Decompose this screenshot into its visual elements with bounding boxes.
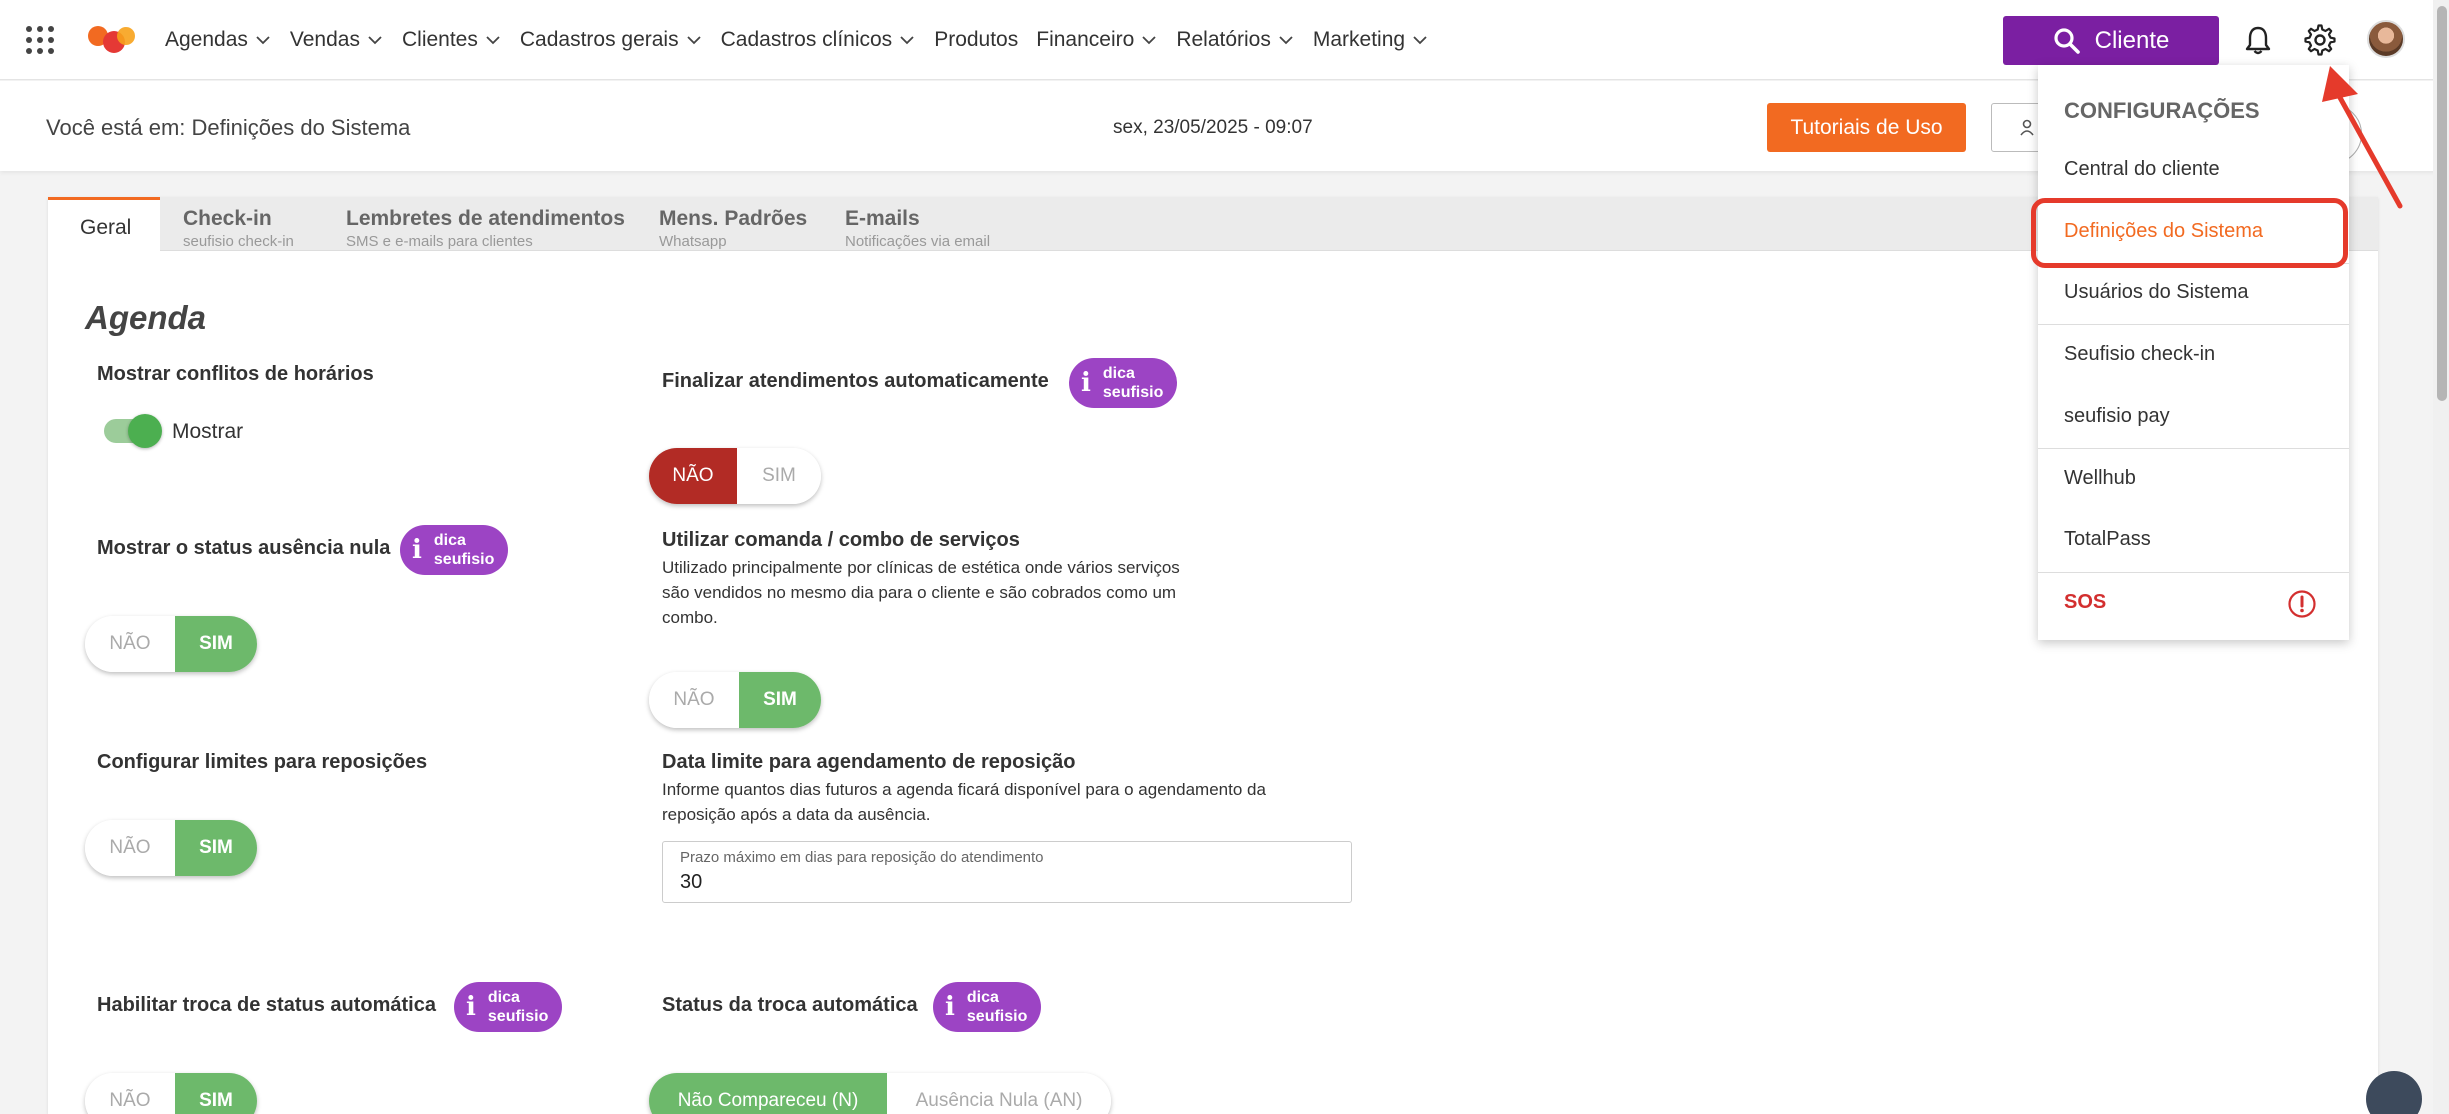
nav-clientes[interactable]: Clientes: [402, 28, 502, 52]
ausencia-label: Mostrar o status ausência nula: [97, 537, 391, 559]
nav-financeiro[interactable]: Financeiro: [1036, 28, 1158, 52]
client-search-button[interactable]: Cliente: [2003, 16, 2219, 65]
alert-icon: [2288, 590, 2316, 618]
menu-item-wellhub[interactable]: Wellhub: [2064, 467, 2136, 490]
chevron-down-icon: [686, 36, 701, 45]
menu-divider: [2038, 324, 2349, 325]
prazo-maximo-field[interactable]: Prazo máximo em dias para reposição do a…: [662, 841, 1352, 903]
nav-agendas[interactable]: Agendas: [165, 28, 272, 52]
apps-grid-icon[interactable]: [26, 26, 54, 54]
info-icon: i: [412, 535, 422, 565]
troca-segmented: NÃO SIM: [85, 1073, 257, 1114]
current-datetime: sex, 23/05/2025 - 09:07: [1113, 117, 1313, 138]
tab-check-in[interactable]: Check-in seufisio check-in: [183, 197, 294, 251]
limites-nao-option[interactable]: NÃO: [85, 820, 175, 876]
info-icon: i: [466, 992, 476, 1022]
nav-vendas[interactable]: Vendas: [290, 28, 384, 52]
data-limite-label: Data limite para agendamento de reposiçã…: [662, 751, 1076, 773]
troca-label: Habilitar troca de status automática: [97, 994, 436, 1016]
support-chat-button[interactable]: [2366, 1071, 2422, 1114]
tab-mens-padroes[interactable]: Mens. Padrões Whatsapp: [659, 197, 807, 251]
search-icon: [2054, 27, 2080, 54]
data-limite-description: Informe quantos dias futuros a agenda fi…: [662, 780, 1266, 824]
prazo-maximo-field-label: Prazo máximo em dias para reposição do a…: [680, 849, 1044, 866]
info-icon: i: [945, 992, 955, 1022]
tab-geral[interactable]: Geral: [48, 197, 160, 253]
menu-item-central-cliente[interactable]: Central do cliente: [2064, 158, 2220, 181]
toggle-knob: [128, 414, 162, 448]
highlight-box: [2031, 198, 2348, 268]
comanda-label: Utilizar comanda / combo de serviços: [662, 529, 1020, 551]
dica-tip-badge[interactable]: i dica seufisio: [933, 982, 1042, 1032]
finalizar-nao-option[interactable]: NÃO: [649, 448, 737, 504]
chevron-down-icon: [900, 36, 914, 45]
nav-cadastros-clinicos[interactable]: Cadastros clínicos: [721, 28, 917, 52]
tab-emails[interactable]: E-mails Notificações via email: [845, 197, 990, 251]
menu-item-usuarios-sistema[interactable]: Usuários do Sistema: [2064, 281, 2249, 304]
comanda-nao-option[interactable]: NÃO: [649, 672, 739, 728]
menu-item-totalpass[interactable]: TotalPass: [2064, 528, 2151, 551]
gear-icon[interactable]: [2304, 24, 2336, 56]
settings-card: Geral Check-in seufisio check-in Lembret…: [48, 197, 2378, 1114]
comanda-segmented: NÃO SIM: [649, 672, 821, 728]
ausencia-sim-option[interactable]: SIM: [175, 616, 257, 672]
menu-header: CONFIGURAÇÕES: [2064, 98, 2260, 123]
troca-nao-option[interactable]: NÃO: [85, 1073, 175, 1114]
ausencia-nao-option[interactable]: NÃO: [85, 616, 175, 672]
comanda-sim-option[interactable]: SIM: [739, 672, 821, 728]
status-troca-segmented: Não Compareceu (N) Ausência Nula (AN): [649, 1073, 1111, 1114]
info-icon: i: [1081, 368, 1091, 398]
status-troca-label: Status da troca automática: [662, 994, 918, 1016]
settings-tabs: Geral Check-in seufisio check-in Lembret…: [48, 197, 2378, 253]
section-title: Agenda: [85, 299, 207, 336]
settings-dropdown-menu: CONFIGURAÇÕES Central do cliente Definiç…: [2038, 65, 2349, 640]
chevron-down-icon: [486, 36, 500, 45]
user-avatar[interactable]: [2367, 20, 2405, 58]
finalizar-label: Finalizar atendimentos automaticamente: [662, 370, 1049, 392]
chevron-down-icon: [1142, 36, 1156, 45]
nav-relatorios[interactable]: Relatórios: [1176, 28, 1295, 52]
limites-segmented: NÃO SIM: [85, 820, 257, 876]
finalizar-segmented: NÃO SIM: [649, 448, 821, 504]
dica-tip-badge[interactable]: i dica seufisio: [1069, 358, 1178, 408]
ausencia-nula-option[interactable]: Ausência Nula (AN): [887, 1073, 1111, 1114]
dica-tip-badge[interactable]: i dica seufisio: [400, 525, 509, 575]
annotation-arrow-icon: [2322, 66, 2403, 209]
ausencia-segmented: NÃO SIM: [85, 616, 257, 672]
nav-marketing[interactable]: Marketing: [1313, 28, 1429, 52]
users-icon: [2020, 119, 2034, 136]
main-nav: Agendas Vendas Clientes Cadastros gerais…: [165, 0, 1447, 80]
conflitos-toggle-label: Mostrar: [172, 420, 244, 443]
comanda-description: Utilizado principalmente por clínicas de…: [662, 558, 1180, 627]
menu-item-seufisio-pay[interactable]: seufisio pay: [2064, 405, 2170, 428]
troca-sim-option[interactable]: SIM: [175, 1073, 257, 1114]
bell-icon[interactable]: [2242, 24, 2274, 56]
menu-item-sos[interactable]: SOS: [2064, 591, 2106, 614]
menu-item-seufisio-checkin[interactable]: Seufisio check-in: [2064, 343, 2215, 366]
dica-tip-badge[interactable]: i dica seufisio: [454, 982, 563, 1032]
menu-divider: [2038, 448, 2349, 449]
chevron-down-icon: [368, 36, 382, 45]
nao-compareceu-option[interactable]: Não Compareceu (N): [649, 1073, 887, 1114]
nav-produtos[interactable]: Produtos: [934, 28, 1018, 52]
tutorials-button[interactable]: Tutoriais de Uso: [1767, 103, 1966, 152]
chevron-down-icon: [1279, 36, 1293, 45]
seufisio-logo[interactable]: [84, 22, 138, 58]
breadcrumb: Você está em: Definições do Sistema: [46, 115, 411, 140]
tab-lembretes[interactable]: Lembretes de atendimentos SMS e e-mails …: [346, 197, 625, 251]
limites-label: Configurar limites para reposições: [97, 751, 428, 773]
menu-divider: [2038, 572, 2349, 573]
prazo-maximo-field-value[interactable]: 30: [680, 871, 702, 894]
nav-cadastros-gerais[interactable]: Cadastros gerais: [520, 28, 703, 52]
chevron-down-icon: [1413, 36, 1427, 45]
limites-sim-option[interactable]: SIM: [175, 820, 257, 876]
scrollbar-thumb[interactable]: [2437, 6, 2447, 401]
chevron-down-icon: [256, 36, 270, 45]
conflitos-label: Mostrar conflitos de horários: [97, 363, 374, 385]
finalizar-sim-option[interactable]: SIM: [737, 448, 821, 504]
conflitos-toggle[interactable]: [104, 414, 162, 448]
